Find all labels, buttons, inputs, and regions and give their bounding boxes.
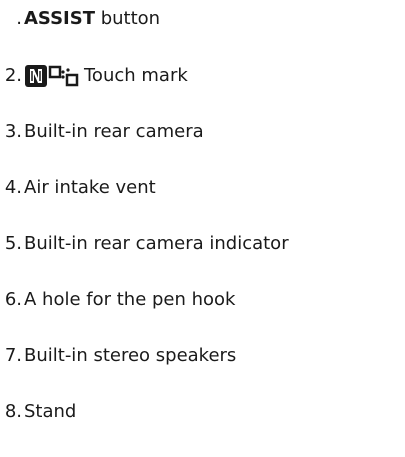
item-number: 8.	[4, 401, 22, 422]
list-item: . ASSIST button	[0, 6, 160, 32]
item-text: Stand	[24, 401, 77, 422]
item-number: 5.	[4, 233, 22, 254]
list-item: 2. Touch mark	[0, 63, 188, 89]
item-text: A hole for the pen hook	[24, 289, 236, 310]
list-item: 6. A hole for the pen hook	[0, 287, 236, 313]
list-item: 5. Built-in rear camera indicator	[0, 231, 289, 257]
list-item: 4. Air intake vent	[0, 175, 156, 201]
item-text: Air intake vent	[24, 177, 156, 198]
item-text: Built-in stereo speakers	[24, 345, 237, 366]
nfc-n-mark-icon	[24, 64, 48, 88]
item-number: 2.	[4, 65, 22, 86]
item-number: 7.	[4, 345, 22, 366]
list-item: 7. Built-in stereo speakers	[0, 343, 237, 369]
item-text: button	[95, 8, 161, 29]
list-item: 3. Built-in rear camera	[0, 119, 204, 145]
list-item: 8. Stand	[0, 399, 77, 425]
item-number: 4.	[4, 177, 22, 198]
item-text: Touch mark	[84, 65, 188, 86]
item-text: Built-in rear camera	[24, 121, 204, 142]
item-number: .	[16, 8, 22, 29]
item-number: 6.	[4, 289, 22, 310]
item-text: Built-in rear camera indicator	[24, 233, 289, 254]
one-touch-mirroring-icon	[48, 64, 80, 88]
item-number: 3.	[4, 121, 22, 142]
assist-label-bold: ASSIST	[24, 8, 95, 29]
